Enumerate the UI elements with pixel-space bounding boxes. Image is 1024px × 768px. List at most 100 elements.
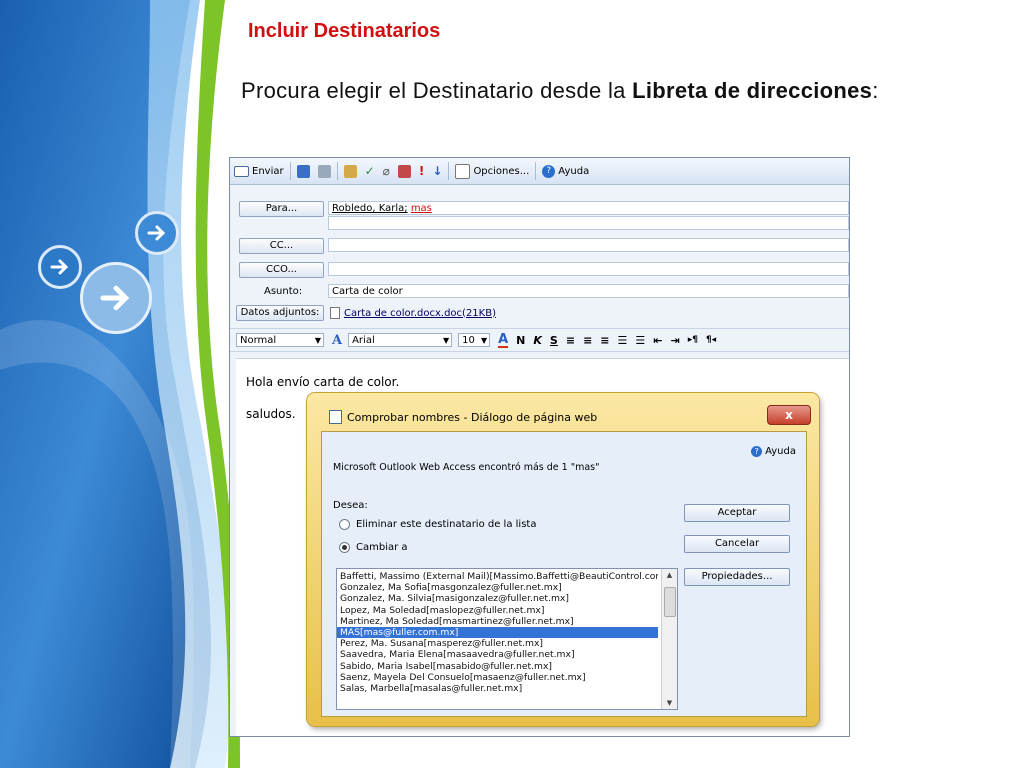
matching-names-list[interactable]: Baffetti, Massimo (External Mail)[Massim…: [336, 568, 678, 710]
list-item[interactable]: Saavedra, Maria Elena[masaavedra@fuller.…: [337, 649, 658, 660]
numbered-list-icon[interactable]: ☰: [635, 334, 645, 347]
properties-button[interactable]: Propiedades...: [684, 568, 790, 586]
address-book-button[interactable]: [340, 160, 361, 182]
align-center-icon[interactable]: ≡: [583, 334, 592, 347]
to-field[interactable]: Robledo, Karla; mas: [328, 201, 849, 215]
check-names-dialog: Comprobar nombres - Diálogo de página we…: [307, 393, 819, 726]
decorative-side-band: [0, 0, 240, 768]
bold-icon[interactable]: N: [516, 334, 525, 347]
subject-label: Asunto:: [264, 286, 303, 297]
align-left-icon[interactable]: ≡: [566, 334, 575, 347]
list-item[interactable]: MAS[mas@fuller.com.mx]: [337, 626, 658, 639]
font-select[interactable]: Arial ▼: [348, 333, 453, 347]
dialog-message: Microsoft Outlook Web Access encontró má…: [333, 462, 600, 473]
italic-icon[interactable]: K: [533, 334, 542, 347]
align-right-icon[interactable]: ≡: [600, 334, 609, 347]
cc-field[interactable]: [328, 238, 849, 252]
instruction-bold: Libreta de direcciones: [632, 78, 873, 103]
chevron-down-icon: ▼: [314, 336, 321, 345]
bcc-button[interactable]: CCO...: [239, 262, 324, 278]
save-icon: [296, 164, 310, 178]
ltr-icon[interactable]: ▸¶: [688, 335, 698, 345]
arrow-circle-icon: [135, 211, 179, 255]
bullet-list-icon[interactable]: ☰: [618, 334, 628, 347]
list-item[interactable]: Perez, Ma. Susana[masperez@fuller.net.mx…: [337, 638, 658, 649]
spelling-button[interactable]: ✓: [361, 160, 379, 182]
arrow-circle-icon: [80, 262, 152, 334]
high-importance-button[interactable]: !: [415, 160, 428, 182]
chevron-down-icon: ▼: [442, 336, 450, 345]
save-button[interactable]: [293, 160, 314, 182]
help-button[interactable]: ? Ayuda: [538, 160, 593, 182]
list-scrollbar[interactable]: ▲ ▼: [661, 569, 677, 709]
font-icon: A: [332, 332, 343, 348]
help-label: Ayuda: [558, 165, 590, 177]
accept-button[interactable]: Aceptar: [684, 504, 790, 522]
print-button[interactable]: [314, 160, 335, 182]
chevron-down-icon: ▼: [480, 336, 488, 345]
radio-unchecked: [339, 519, 350, 530]
rtl-icon[interactable]: ¶◂: [706, 335, 716, 345]
slide-instruction: Procura elegir el Destinatario desde la …: [241, 76, 921, 106]
font-value: Arial: [352, 335, 375, 346]
list-item[interactable]: Gonzalez, Ma Sofia[masgonzalez@fuller.ne…: [337, 582, 658, 593]
remove-recipient-option[interactable]: Eliminar este destinatario de la lista: [339, 519, 536, 530]
scroll-down-icon[interactable]: ▼: [662, 697, 677, 709]
body-line-1: Hola envío carta de color.: [246, 375, 400, 389]
to-unresolved: mas: [410, 203, 432, 214]
to-button[interactable]: Para...: [239, 201, 324, 217]
attach-button[interactable]: ⌀: [379, 160, 394, 182]
paperclip-icon: ⌀: [382, 164, 390, 178]
toolbar-separator: [535, 162, 537, 180]
arrow-circle-icon: [38, 245, 82, 289]
attachment-item[interactable]: Carta de color.docx.doc(21KB): [330, 307, 496, 319]
compose-toolbar: Enviar ✓ ⌀ ! ↓ Opciones... ? Ayuda: [230, 158, 849, 185]
to-field-second-line[interactable]: [328, 216, 849, 230]
list-item[interactable]: Salas, Marbella[masalas@fuller.net.mx]: [337, 683, 658, 694]
cc-button[interactable]: CC...: [239, 238, 324, 254]
increase-indent-icon[interactable]: ⇥: [670, 334, 679, 347]
font-color-icon[interactable]: A: [498, 333, 509, 348]
send-button[interactable]: Enviar: [230, 160, 288, 182]
dialog-help-link[interactable]: ? Ayuda: [751, 446, 796, 457]
cancel-button[interactable]: Cancelar: [684, 535, 790, 553]
style-value: Normal: [240, 335, 277, 346]
slide-title: Incluir Destinatarios: [248, 20, 441, 42]
underline-icon[interactable]: S: [550, 334, 558, 347]
subject-field[interactable]: Carta de color: [328, 284, 849, 298]
to-recipient: Robledo, Karla;: [332, 203, 408, 214]
list-item[interactable]: Saenz, Mayela Del Consuelo[masaenz@fulle…: [337, 672, 658, 683]
list-item[interactable]: Gonzalez, Ma. Silvia[masigonzalez@fuller…: [337, 593, 658, 604]
decrease-indent-icon[interactable]: ⇤: [653, 334, 662, 347]
change-to-label: Cambiar a: [356, 542, 408, 553]
attachment-link: Carta de color.docx.doc(21KB): [344, 307, 496, 319]
size-value: 10: [462, 335, 475, 346]
close-button[interactable]: x: [767, 405, 811, 425]
change-to-option[interactable]: Cambiar a: [339, 542, 408, 553]
bcc-field[interactable]: [328, 262, 849, 276]
exclamation-icon: !: [418, 164, 425, 178]
toolbar-separator: [336, 162, 338, 180]
toolbar-separator: [448, 162, 450, 180]
scroll-up-icon[interactable]: ▲: [662, 569, 677, 581]
attachments-button[interactable]: Datos adjuntos:: [236, 305, 324, 321]
list-item[interactable]: Lopez, Ma Soledad[maslopez@fuller.net.mx…: [337, 605, 658, 616]
options-icon: [455, 163, 471, 179]
dialog-title: Comprobar nombres - Diálogo de página we…: [347, 410, 598, 424]
instruction-end: :: [872, 78, 879, 103]
permissions-button[interactable]: [394, 160, 415, 182]
help-icon: ?: [751, 446, 763, 457]
page-icon: [329, 410, 342, 424]
list-item[interactable]: Baffetti, Massimo (External Mail)[Massim…: [337, 571, 658, 582]
style-select[interactable]: Normal ▼: [236, 333, 324, 347]
radio-checked: [339, 542, 350, 553]
desea-label: Desea:: [333, 500, 368, 511]
low-importance-button[interactable]: ↓: [428, 160, 446, 182]
list-item[interactable]: Martinez, Ma Soledad[masmartinez@fuller.…: [337, 616, 658, 627]
dialog-title-bar: Comprobar nombres - Diálogo de página we…: [329, 410, 597, 424]
options-button[interactable]: Opciones...: [451, 160, 533, 182]
list-item[interactable]: Sabido, Maria Isabel[masabido@fuller.net…: [337, 661, 658, 672]
list-items: Baffetti, Massimo (External Mail)[Massim…: [337, 569, 677, 694]
scroll-thumb[interactable]: [664, 587, 676, 617]
size-select[interactable]: 10 ▼: [458, 333, 491, 347]
